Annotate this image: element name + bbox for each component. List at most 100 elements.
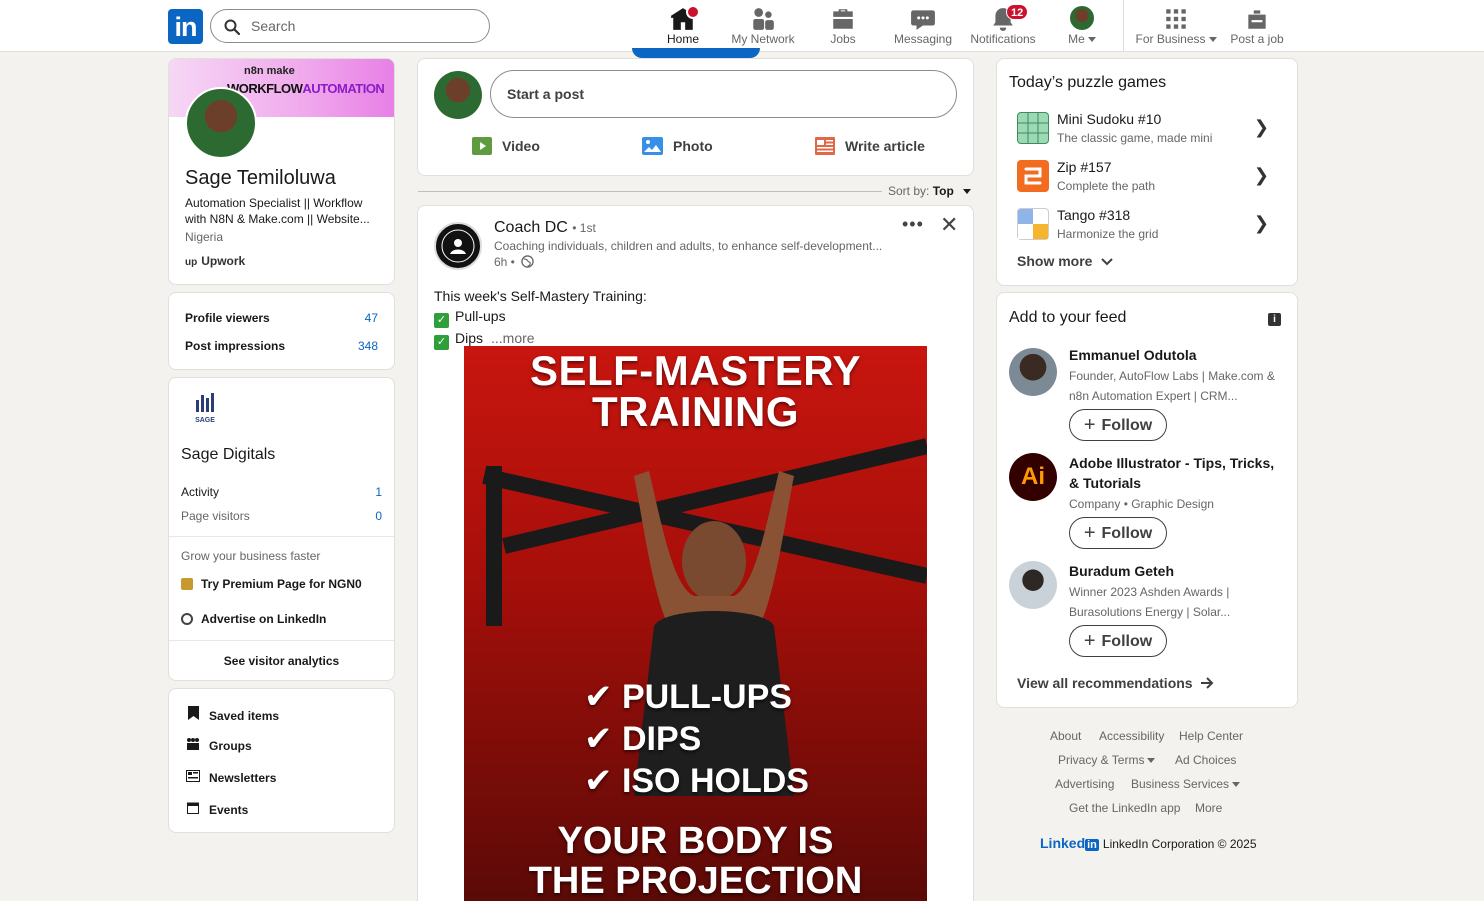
- sort-divider: [418, 191, 882, 192]
- footer-link-get-app[interactable]: Get the LinkedIn app: [1069, 801, 1180, 815]
- adobe-illustrator-logo[interactable]: Ai: [1009, 453, 1057, 501]
- footer-link-advertising[interactable]: Advertising: [1055, 777, 1114, 791]
- photo-button[interactable]: Photo: [642, 137, 713, 158]
- nav-for-business-label: For Business: [1135, 32, 1206, 46]
- plus-icon: +: [1083, 413, 1096, 436]
- nav-jobs-label: Jobs: [830, 32, 856, 46]
- search-input[interactable]: [251, 16, 471, 36]
- profile-headline: Automation Specialist || Workflow with N…: [185, 196, 370, 226]
- image-list-item: ISO HOLDS: [621, 762, 809, 800]
- suggestion-name[interactable]: Emmanuel Odutola: [1069, 345, 1284, 365]
- suggestion-avatar[interactable]: [1009, 561, 1057, 609]
- post-intro: This week's Self-Mastery Training:: [434, 288, 647, 304]
- sort-dropdown[interactable]: Sort by: Top: [888, 184, 972, 198]
- show-more-button[interactable]: Show more: [1017, 253, 1114, 269]
- page-logo[interactable]: SAGE: [185, 392, 225, 432]
- footer-link-ad-choices[interactable]: Ad Choices: [1175, 753, 1236, 767]
- events-link[interactable]: Events: [185, 802, 248, 817]
- show-more-label: Show more: [1017, 253, 1093, 269]
- post-author-name[interactable]: Coach DC: [494, 219, 568, 236]
- nav-home[interactable]: Home: [661, 0, 705, 52]
- suggestion-name[interactable]: Adobe Illustrator - Tips, Tricks, & Tuto…: [1069, 453, 1284, 493]
- suggestion-avatar[interactable]: [1009, 348, 1057, 396]
- profile-company[interactable]: up Upwork: [185, 254, 245, 268]
- follow-button[interactable]: + Follow: [1069, 625, 1167, 657]
- saved-items-link[interactable]: Saved items: [185, 706, 279, 723]
- nav-notifications[interactable]: 12 Notifications: [966, 0, 1040, 52]
- nav-post-a-job[interactable]: Post a job: [1228, 0, 1286, 52]
- chevron-right-icon: ❯: [1253, 213, 1269, 233]
- groups-link[interactable]: Groups: [185, 738, 252, 753]
- page-activity-row[interactable]: Activity 1: [181, 485, 382, 499]
- photo-icon: [642, 137, 663, 158]
- game-subtitle: Complete the path: [1057, 179, 1156, 193]
- view-all-recommendations-link[interactable]: View all recommendations: [1017, 675, 1214, 691]
- target-icon: [181, 613, 193, 625]
- photo-label: Photo: [673, 138, 713, 155]
- video-button[interactable]: Video: [472, 137, 540, 158]
- footer-link-about[interactable]: About: [1050, 729, 1081, 743]
- nav-jobs[interactable]: Jobs: [820, 0, 866, 52]
- footer-link-more[interactable]: More: [1195, 801, 1222, 815]
- game-mini-sudoku[interactable]: Mini Sudoku #10 The classic game, made m…: [1017, 109, 1279, 149]
- linkedin-logo[interactable]: in: [168, 9, 203, 44]
- write-article-label: Write article: [845, 138, 925, 155]
- footer-link-privacy-terms[interactable]: Privacy & Terms: [1058, 753, 1156, 767]
- footer-copyright: LinkedIn Corporation © 2025: [1102, 837, 1257, 851]
- advertise-link[interactable]: Advertise on LinkedIn: [181, 612, 326, 626]
- suggestion-subtitle: Founder, AutoFlow Labs | Make.com & n8n …: [1069, 369, 1275, 403]
- nav-messaging[interactable]: Messaging: [890, 0, 956, 52]
- post-options-icon[interactable]: •••: [902, 214, 924, 235]
- search-icon: [224, 19, 240, 35]
- chevron-down-icon: [1232, 782, 1241, 788]
- follow-button[interactable]: + Follow: [1069, 409, 1167, 441]
- search-bar[interactable]: [210, 9, 490, 43]
- footer-link-business-services[interactable]: Business Services: [1131, 777, 1241, 791]
- suggestion-name[interactable]: Buradum Geteh: [1069, 561, 1284, 581]
- premium-label: Try Premium Page for NGN0: [201, 577, 362, 591]
- newsletters-label: Newsletters: [209, 771, 277, 785]
- post-image[interactable]: SELF-MASTERY TRAINING ✔ PULL-UPS ✔ DIPS …: [464, 346, 927, 901]
- divider: [169, 640, 394, 641]
- briefcase-icon: [833, 9, 853, 29]
- image-footer-1: YOUR BODY IS: [557, 820, 834, 862]
- stat-label: Profile viewers: [185, 311, 270, 325]
- nav-my-network[interactable]: My Network: [727, 0, 799, 52]
- game-title: Mini Sudoku #10: [1057, 111, 1162, 127]
- post-item: Dips: [455, 330, 484, 346]
- follow-button[interactable]: + Follow: [1069, 517, 1167, 549]
- banner-title-2: AUTOMATION: [302, 81, 385, 96]
- write-article-button[interactable]: Write article: [815, 137, 925, 158]
- info-icon[interactable]: i: [1268, 313, 1281, 326]
- see-more-link[interactable]: ...more: [491, 330, 535, 346]
- start-post-button[interactable]: Start a post: [490, 70, 957, 118]
- profile-name[interactable]: Sage Temiloluwa: [185, 167, 336, 190]
- banner-brands: n8n make: [244, 65, 295, 77]
- share-avatar[interactable]: [434, 71, 482, 119]
- nav-me[interactable]: Me: [1060, 0, 1104, 52]
- newsletter-icon: [185, 770, 201, 785]
- newsletters-link[interactable]: Newsletters: [185, 770, 276, 785]
- profile-avatar[interactable]: [185, 87, 257, 159]
- footer-link-help-center[interactable]: Help Center: [1179, 729, 1243, 743]
- close-icon[interactable]: ✕: [940, 212, 958, 238]
- game-tango[interactable]: Tango #318 Harmonize the grid ❯: [1017, 205, 1279, 245]
- image-footer-2: THE PROJECTION: [528, 860, 863, 901]
- puzzle-games-title: Today’s puzzle games: [1009, 74, 1167, 91]
- chevron-right-icon: ❯: [1253, 165, 1269, 185]
- new-posts-pill[interactable]: [632, 48, 760, 58]
- footer-link-accessibility[interactable]: Accessibility: [1099, 729, 1164, 743]
- game-zip[interactable]: Zip #157 Complete the path ❯: [1017, 157, 1279, 197]
- page-visitors-row[interactable]: Page visitors 0: [181, 509, 382, 523]
- post-author-avatar[interactable]: [434, 222, 482, 270]
- post-impressions-row[interactable]: Post impressions 348: [185, 339, 378, 353]
- profile-company-label: Upwork: [201, 254, 246, 268]
- video-icon: [472, 137, 492, 158]
- see-visitor-analytics-link[interactable]: See visitor analytics: [169, 654, 394, 668]
- nav-for-business[interactable]: For Business: [1134, 0, 1218, 52]
- profile-viewers-row[interactable]: Profile viewers 47: [185, 311, 378, 325]
- post-body: This week's Self-Mastery Training: ✓ Pull…: [434, 286, 647, 350]
- premium-page-link[interactable]: Try Premium Page for NGN0: [181, 577, 362, 591]
- page-name[interactable]: Sage Digitals: [181, 446, 275, 464]
- sort-label: Sort by:: [888, 184, 930, 198]
